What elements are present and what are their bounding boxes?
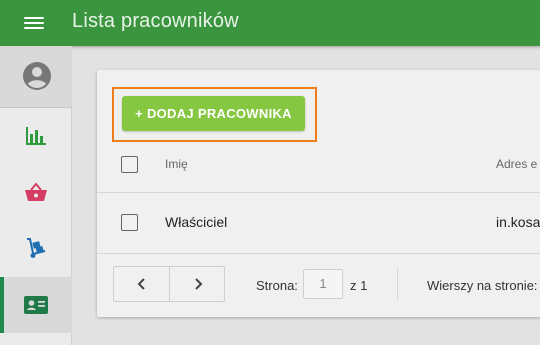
employee-name-cell: Właściciel (165, 214, 228, 230)
hand-truck-icon (27, 238, 46, 258)
sidebar-item-employees[interactable] (0, 277, 72, 333)
chevron-left-icon (137, 278, 145, 290)
rows-per-page-label: Wierszy na stronie: (427, 278, 538, 293)
account-circle-icon (23, 62, 51, 90)
sidebar-item-orders[interactable] (0, 164, 72, 220)
page-title: Lista pracowników (72, 10, 239, 32)
select-all-checkbox[interactable] (121, 156, 138, 173)
page-number-input[interactable]: 1 (303, 269, 343, 299)
pagination-separator (397, 268, 398, 300)
bar-chart-icon (26, 127, 46, 145)
shopping-basket-icon (25, 182, 47, 201)
add-employee-button[interactable]: + DODAJ PRACOWNIKA (122, 96, 305, 131)
sidebar-item-account[interactable] (0, 46, 72, 108)
sidebar-item-statistics[interactable] (0, 108, 72, 164)
previous-page-button[interactable] (114, 267, 169, 301)
sidebar (0, 46, 72, 345)
column-header-name[interactable]: Imię (165, 157, 188, 171)
header-divider (97, 192, 540, 193)
row-divider (97, 253, 540, 254)
sidebar-item-deliveries[interactable] (0, 220, 72, 276)
row-checkbox[interactable] (121, 214, 138, 231)
chevron-right-icon (194, 278, 202, 290)
menu-icon[interactable] (24, 14, 44, 32)
pagination-buttons (113, 266, 225, 302)
column-header-email[interactable]: Adres e (496, 157, 537, 171)
employees-card: + DODAJ PRACOWNIKA Imię Adres e Właścici… (97, 70, 540, 317)
page-label: Strona: (256, 278, 298, 293)
employee-email-cell: in.kosa (496, 214, 540, 230)
contact-card-icon (24, 296, 48, 314)
app-header: Lista pracowników (0, 0, 540, 46)
next-page-button[interactable] (170, 267, 225, 301)
page-count-label: z 1 (350, 278, 368, 293)
